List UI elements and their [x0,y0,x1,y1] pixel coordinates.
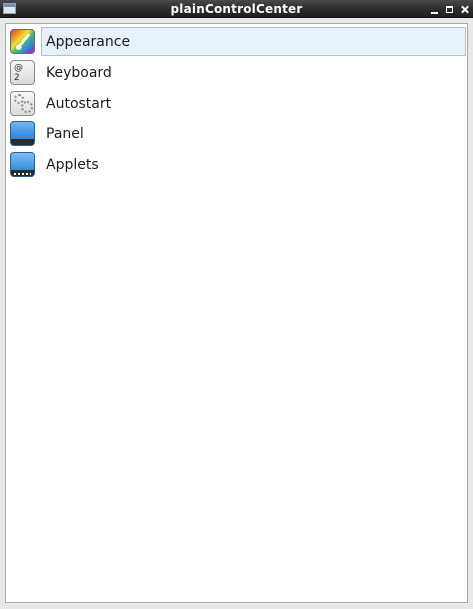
list-item-label: Appearance [46,34,131,50]
list-item-keyboard-label-box[interactable]: Keyboard [41,58,466,87]
minimize-icon[interactable] [430,5,439,14]
window-title: plainControlCenter [170,2,303,16]
applets-icon [10,152,35,177]
list-item-keyboard[interactable]: @ 2 Keyboard [8,57,466,87]
list-item-applets[interactable]: Applets [8,149,466,179]
title-bar[interactable]: plainControlCenter [0,0,473,18]
list-item-appearance-label-box[interactable]: Appearance [41,27,466,56]
appearance-icon [10,29,35,54]
app-window: plainControlCenter Appearance @ 2 Keyboa… [0,0,473,609]
maximize-icon[interactable] [445,5,454,14]
list-item-panel[interactable]: Panel [8,118,466,148]
autostart-icon [10,91,35,116]
settings-list[interactable]: Appearance @ 2 Keyboard Autostart Panel … [5,23,468,603]
list-item-applets-label-box[interactable]: Applets [41,150,466,179]
list-item-label: Autostart [46,96,112,112]
list-item-label: Keyboard [46,65,112,81]
list-item-label: Applets [46,157,99,173]
list-item-autostart[interactable]: Autostart [8,88,466,118]
list-item-label: Panel [46,126,84,142]
panel-icon [10,121,35,146]
keyboard-icon-glyph: 2 [14,73,20,83]
close-icon[interactable] [460,5,469,14]
keyboard-icon: @ 2 [10,60,35,85]
list-item-appearance[interactable]: Appearance [8,26,466,56]
window-controls [430,2,469,16]
list-item-autostart-label-box[interactable]: Autostart [41,89,466,118]
list-item-panel-label-box[interactable]: Panel [41,119,466,148]
keyboard-icon-glyph: @ [14,63,23,73]
